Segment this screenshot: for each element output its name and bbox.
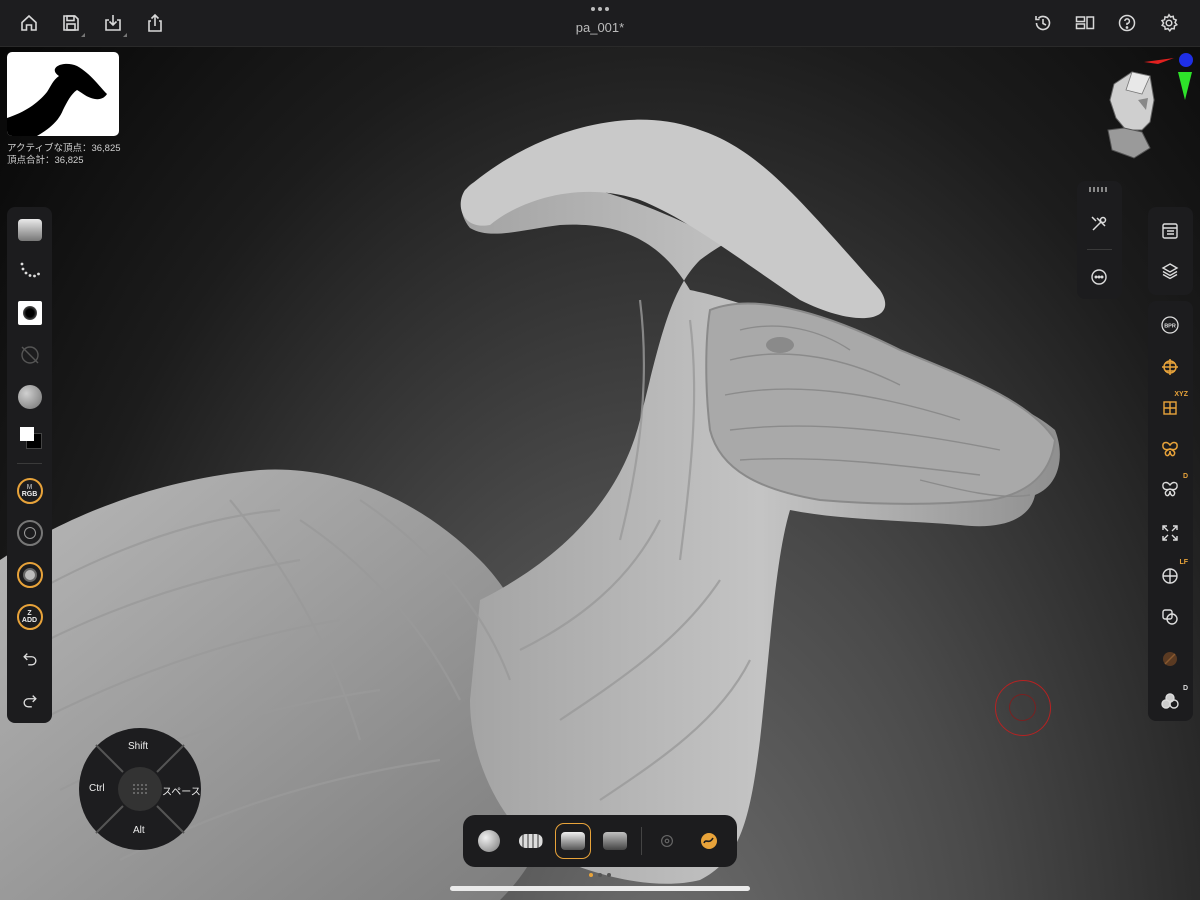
symmetry-butterfly-icon[interactable] bbox=[1148, 431, 1192, 467]
x-axis-red bbox=[1144, 58, 1174, 64]
symmetry-d-badge: D bbox=[1182, 473, 1188, 480]
symmetry-axis-icon[interactable]: XYZ bbox=[1148, 389, 1192, 425]
total-vertices-text: 頂点合計：36,825 bbox=[7, 155, 84, 166]
color-swatch-icon[interactable] bbox=[7, 419, 52, 455]
tool-panel bbox=[1077, 181, 1122, 299]
rgb-intensity-icon[interactable] bbox=[7, 515, 52, 551]
layers-icon[interactable] bbox=[1148, 253, 1192, 289]
clay-brush-icon[interactable] bbox=[513, 823, 549, 859]
drag-handle[interactable] bbox=[1089, 187, 1109, 192]
layout-icon[interactable] bbox=[1070, 8, 1100, 38]
more-options-icon[interactable] bbox=[1077, 259, 1121, 295]
more-dots-icon[interactable] bbox=[585, 2, 615, 16]
z-add-button[interactable]: Z ADD bbox=[7, 599, 52, 635]
left-toolbar: M RGB Z ADD bbox=[7, 207, 52, 723]
home-indicator[interactable] bbox=[450, 886, 750, 891]
tools-icon[interactable] bbox=[1077, 206, 1121, 242]
snakehook-brush-icon[interactable] bbox=[471, 823, 507, 859]
brush-preview-icon[interactable] bbox=[7, 212, 52, 248]
properties-icon[interactable] bbox=[1148, 213, 1192, 249]
stroke-icon[interactable] bbox=[7, 253, 52, 289]
dyn-d-badge: D bbox=[1182, 685, 1188, 692]
divider bbox=[641, 827, 642, 855]
alpha-icon[interactable] bbox=[7, 295, 52, 331]
bpr-render-icon[interactable]: BPR bbox=[1148, 307, 1192, 343]
top-bar: pa_001* bbox=[0, 0, 1200, 47]
document-title: pa_001* bbox=[575, 20, 625, 35]
z-mode-top-label: Z bbox=[27, 610, 32, 617]
xyz-badge: XYZ bbox=[1174, 391, 1188, 398]
smooth-brush-icon[interactable] bbox=[649, 823, 685, 859]
right-top-panel bbox=[1148, 207, 1193, 295]
undo-icon[interactable] bbox=[7, 641, 52, 677]
divider bbox=[1087, 249, 1112, 250]
grid-floor-icon[interactable] bbox=[1148, 349, 1192, 385]
mask-brush-icon[interactable] bbox=[691, 823, 727, 859]
texture-off-icon[interactable] bbox=[7, 337, 52, 373]
active-vertices-text: アクティブな頂点：36,825 bbox=[7, 143, 121, 154]
z-mode-label: ADD bbox=[21, 617, 38, 624]
page-indicator bbox=[585, 873, 615, 879]
brush-cursor bbox=[995, 680, 1051, 736]
divider bbox=[17, 463, 42, 464]
shift-key[interactable]: Shift bbox=[128, 741, 148, 752]
ctrl-key[interactable]: Ctrl bbox=[89, 783, 105, 794]
local-symmetry-icon[interactable]: D bbox=[1148, 471, 1192, 507]
model-thumbnail[interactable] bbox=[7, 52, 119, 136]
modifier-pad[interactable]: Shift Ctrl スペース Alt bbox=[78, 727, 202, 851]
right-main-panel: BPR XYZ D LF D bbox=[1148, 301, 1193, 721]
fit-view-icon[interactable] bbox=[1148, 515, 1192, 551]
redo-icon[interactable] bbox=[7, 683, 52, 719]
solo-icon[interactable] bbox=[1148, 641, 1192, 677]
brush-palette bbox=[463, 815, 737, 867]
move-brush-icon[interactable] bbox=[597, 823, 633, 859]
dynamic-subdiv-icon[interactable]: D bbox=[1148, 683, 1192, 719]
rgb-mode-label: RGB bbox=[21, 491, 38, 498]
vertex-stats: アクティブな頂点：36,825 頂点合計：36,825 bbox=[7, 143, 121, 167]
settings-icon[interactable] bbox=[1154, 8, 1184, 38]
polyframe-icon[interactable]: LF bbox=[1148, 557, 1192, 593]
help-icon[interactable] bbox=[1112, 8, 1142, 38]
rgb-mode-button[interactable]: M RGB bbox=[7, 473, 52, 509]
draw-intensity-icon[interactable] bbox=[7, 557, 52, 593]
lf-badge: LF bbox=[1179, 559, 1188, 566]
navigation-gizmo[interactable] bbox=[1094, 50, 1198, 160]
material-icon[interactable] bbox=[7, 379, 52, 415]
alt-key[interactable]: Alt bbox=[133, 825, 145, 836]
history-icon[interactable] bbox=[1028, 8, 1058, 38]
rgb-mode-top-label: M bbox=[26, 484, 33, 491]
svg-text:BPR: BPR bbox=[1164, 323, 1176, 329]
standard-brush-icon[interactable] bbox=[555, 823, 591, 859]
transparency-icon[interactable] bbox=[1148, 599, 1192, 635]
space-key[interactable]: スペース bbox=[162, 783, 201, 798]
